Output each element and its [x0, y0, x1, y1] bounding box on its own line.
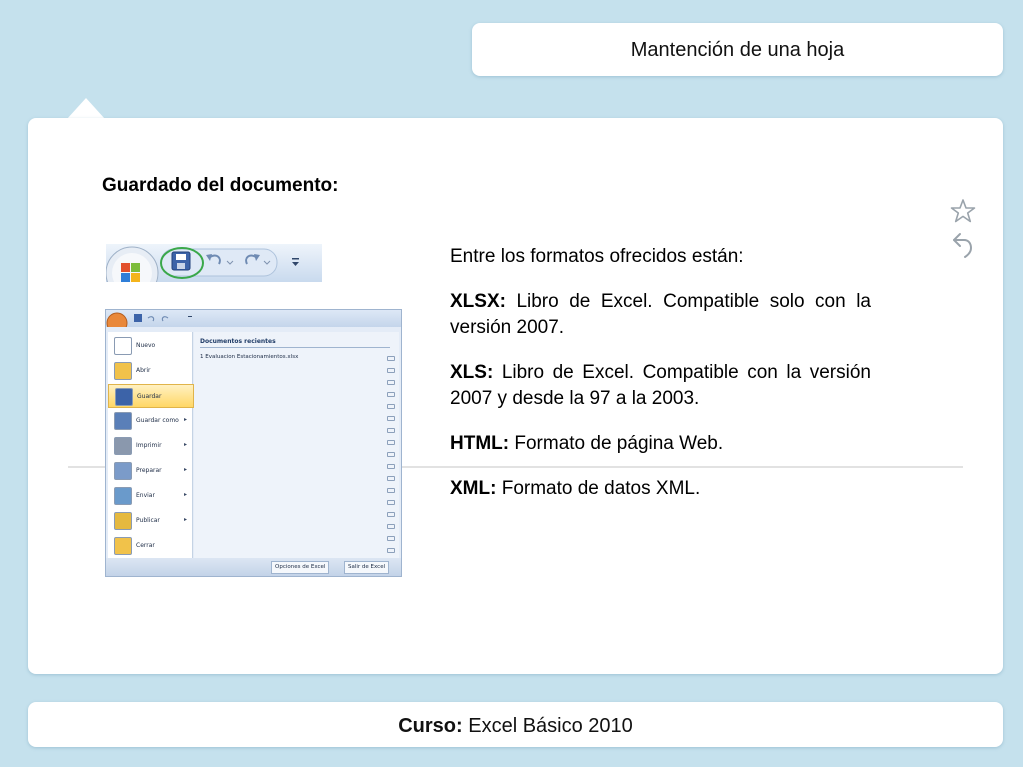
- format-description: Formato de página Web.: [509, 433, 724, 454]
- format-description: Libro de Excel. Compatible solo con la v…: [450, 291, 871, 338]
- pin-icon[interactable]: [387, 392, 395, 397]
- pin-icon[interactable]: [387, 500, 395, 505]
- format-xml: XML: Formato de datos XML.: [450, 476, 871, 502]
- menu-item-icon: [114, 462, 132, 480]
- office-menu-image: Nuevo Abrir Guardar Guardar como ▸ Imprimir ▸ P…: [105, 309, 402, 577]
- submenu-arrow-icon: ▸: [184, 416, 188, 423]
- menu-item-label: Publicar: [136, 517, 160, 524]
- pin-icon[interactable]: [387, 380, 395, 385]
- pin-icon[interactable]: [387, 368, 395, 373]
- recent-documents-title: Documentos recientes: [200, 338, 276, 345]
- menu-item-label: Preparar: [136, 467, 162, 474]
- menu-item-icon: [114, 487, 132, 505]
- menu-title-bar: [106, 310, 401, 327]
- section-heading: Guardado del documento:: [102, 175, 339, 196]
- formats-description: Entre los formatos ofrecidos están: XLSX…: [450, 244, 871, 521]
- pin-icon[interactable]: [387, 536, 395, 541]
- menu-item-icon: [114, 437, 132, 455]
- pin-icon[interactable]: [387, 404, 395, 409]
- format-name: XLS:: [450, 362, 494, 383]
- content-card-notch: [67, 98, 105, 119]
- title-card: Mantención de una hoja: [472, 23, 1003, 76]
- menu-item-guardar[interactable]: Guardar: [108, 384, 194, 408]
- customize-toolbar-icon: [292, 258, 299, 266]
- pin-icon[interactable]: [387, 524, 395, 529]
- pin-icon[interactable]: [387, 428, 395, 433]
- menu-item-icon: [114, 512, 132, 530]
- menu-item-enviar[interactable]: Enviar ▸: [108, 484, 192, 506]
- pin-icon[interactable]: [387, 440, 395, 445]
- pin-icon[interactable]: [387, 488, 395, 493]
- menu-item-icon: [114, 537, 132, 555]
- recent-divider: [200, 347, 390, 348]
- format-name: XLSX:: [450, 291, 506, 312]
- menu-item-icon: [114, 362, 132, 380]
- menu-item-label: Nuevo: [136, 342, 156, 349]
- menu-item-icon: [114, 337, 132, 355]
- menu-item-label: Guardar como: [136, 417, 179, 424]
- pin-icon[interactable]: [387, 356, 395, 361]
- menu-item-imprimir[interactable]: Imprimir ▸: [108, 434, 192, 456]
- pin-icon[interactable]: [387, 548, 395, 553]
- submenu-arrow-icon: ▸: [184, 491, 188, 498]
- recent-documents-panel: Documentos recientes 1 Evaluacion Estaci…: [194, 332, 399, 558]
- format-description: Libro de Excel. Compatible con la versió…: [450, 362, 871, 409]
- menu-item-publicar[interactable]: Publicar ▸: [108, 509, 192, 531]
- footer-card: Curso: Excel Básico 2010: [28, 702, 1003, 747]
- back-arrow-icon[interactable]: [951, 231, 975, 261]
- menu-item-nuevo[interactable]: Nuevo: [108, 334, 192, 356]
- course-info: Curso: Excel Básico 2010: [28, 715, 1003, 738]
- pin-icon[interactable]: [387, 452, 395, 457]
- menu-item-cerrar[interactable]: Cerrar: [108, 534, 192, 556]
- menu-item-label: Guardar: [137, 393, 162, 400]
- menu-item-label: Enviar: [136, 492, 155, 499]
- pin-icon[interactable]: [387, 464, 395, 469]
- star-icon[interactable]: [950, 198, 976, 224]
- menu-item-icon: [114, 412, 132, 430]
- excel-options-button[interactable]: Opciones de Excel: [271, 561, 330, 574]
- slide-title: Mantención de una hoja: [630, 39, 845, 61]
- submenu-arrow-icon: ▸: [184, 466, 188, 473]
- office-button-icon: [106, 246, 159, 282]
- quick-access-toolbar-image: [106, 244, 322, 282]
- save-icon: [171, 251, 191, 271]
- format-xlsx: XLSX: Libro de Excel. Compatible solo co…: [450, 289, 871, 341]
- submenu-arrow-icon: ▸: [184, 516, 188, 523]
- menu-item-guardar-como[interactable]: Guardar como ▸: [108, 409, 192, 431]
- pin-icon[interactable]: [387, 512, 395, 517]
- format-name: XML:: [450, 478, 497, 499]
- course-label: Curso:: [398, 715, 463, 737]
- menu-bottom-bar: Opciones de Excel Salir de Excel: [106, 558, 401, 576]
- course-name: Excel Básico 2010: [462, 715, 633, 737]
- intro-text: Entre los formatos ofrecidos están:: [450, 246, 744, 267]
- pin-icon[interactable]: [387, 476, 395, 481]
- menu-item-label: Abrir: [136, 367, 151, 374]
- format-description: Formato de datos XML.: [496, 478, 701, 499]
- menu-item-icon: [115, 388, 133, 406]
- pin-icon[interactable]: [387, 416, 395, 421]
- menu-item-label: Cerrar: [136, 542, 155, 549]
- recent-file[interactable]: 1 Evaluacion Estacionamientos.xlsx: [200, 354, 298, 360]
- menu-item-label: Imprimir: [136, 442, 162, 449]
- format-html: HTML: Formato de página Web.: [450, 431, 871, 457]
- submenu-arrow-icon: ▸: [184, 441, 188, 448]
- exit-excel-button[interactable]: Salir de Excel: [344, 561, 390, 574]
- menu-item-preparar[interactable]: Preparar ▸: [108, 459, 192, 481]
- menu-item-abrir[interactable]: Abrir: [108, 359, 192, 381]
- format-xls: XLS: Libro de Excel. Compatible con la v…: [450, 360, 871, 412]
- format-name: HTML:: [450, 433, 510, 454]
